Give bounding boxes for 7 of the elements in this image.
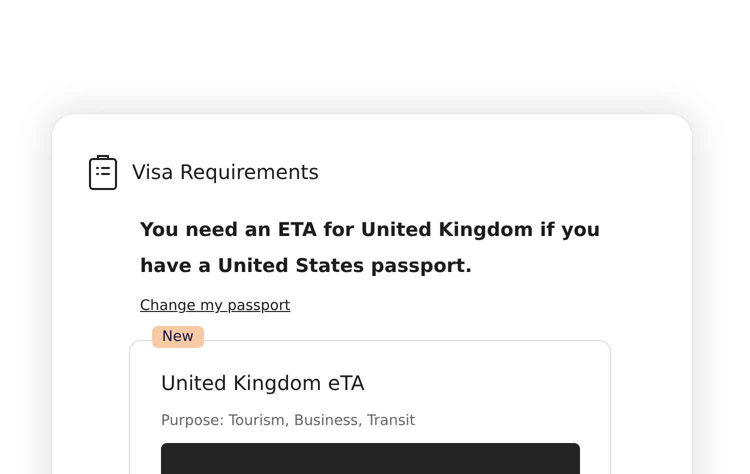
section-title: Visa Requirements [132,160,319,184]
clipboard-icon [88,154,118,190]
headline: You need an ETA for United Kingdom if you have a United States passport. [140,218,602,279]
change-passport-link[interactable]: Change my passport [140,298,290,314]
visa-purpose: Purpose: Tourism, Business, Transit [161,413,416,429]
visa-title: United Kingdom eTA [161,371,366,395]
new-badge: New [152,326,204,348]
